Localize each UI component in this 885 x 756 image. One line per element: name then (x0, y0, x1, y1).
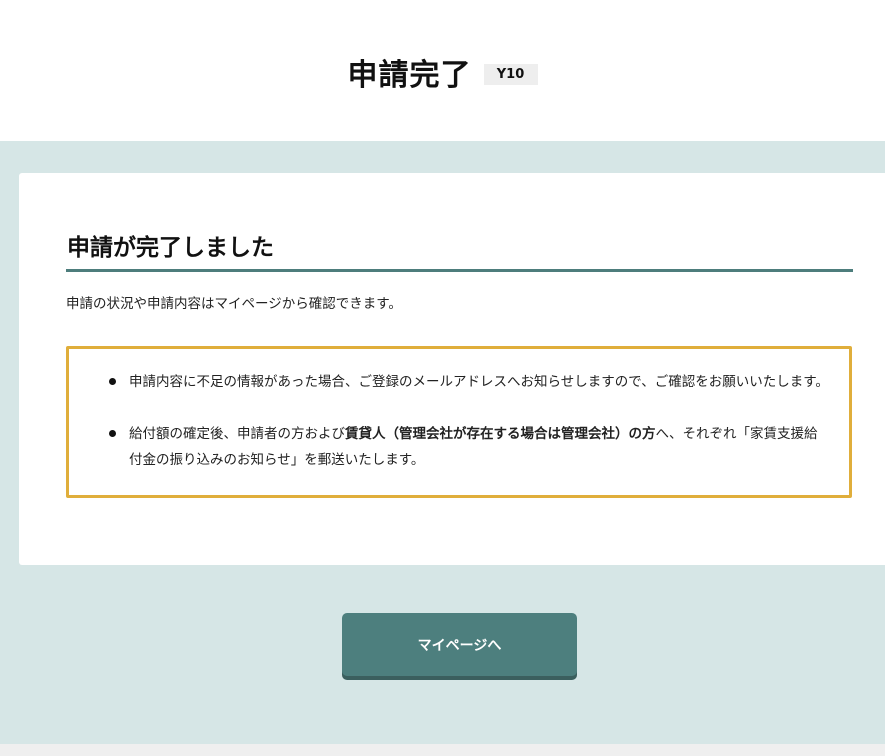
notice-text-before: 給付額の確定後、申請者の方および (129, 426, 345, 442)
completion-heading: 申請が完了しました (67, 235, 274, 261)
notice-item: 申請内容に不足の情報があった場合、ご登録のメールアドレスへお知らせしますので、ご… (109, 369, 829, 395)
notice-item: 給付額の確定後、申請者の方および賃貸人（管理会社が存在する場合は管理会社）の方へ… (109, 421, 829, 473)
screen-code-badge: Y10 (483, 63, 538, 85)
main-content-area: 申請が完了しました 申請の状況や申請内容はマイページから確認できます。 申請内容… (0, 141, 885, 744)
mypage-button[interactable]: マイページへ (342, 613, 577, 676)
page-title: 申請完了 (347, 58, 472, 93)
lead-text: 申請の状況や申請内容はマイページから確認できます。 (66, 296, 402, 312)
notice-text-bold: 賃貸人（管理会社が存在する場合は管理会社）の方 (345, 426, 656, 442)
heading-divider (66, 269, 853, 272)
completion-card: 申請が完了しました 申請の状況や申請内容はマイページから確認できます。 申請内容… (19, 173, 885, 565)
notice-text: 申請内容に不足の情報があった場合、ご登録のメールアドレスへお知らせしますので、ご… (129, 374, 829, 390)
page-header: 申請完了 Y10 (0, 0, 885, 141)
footer-strip (0, 744, 885, 756)
bullet-icon (109, 430, 116, 437)
header-title-row: 申請完了 Y10 (0, 50, 885, 94)
bullet-icon (109, 378, 116, 385)
notice-box: 申請内容に不足の情報があった場合、ご登録のメールアドレスへお知らせしますので、ご… (66, 346, 852, 498)
